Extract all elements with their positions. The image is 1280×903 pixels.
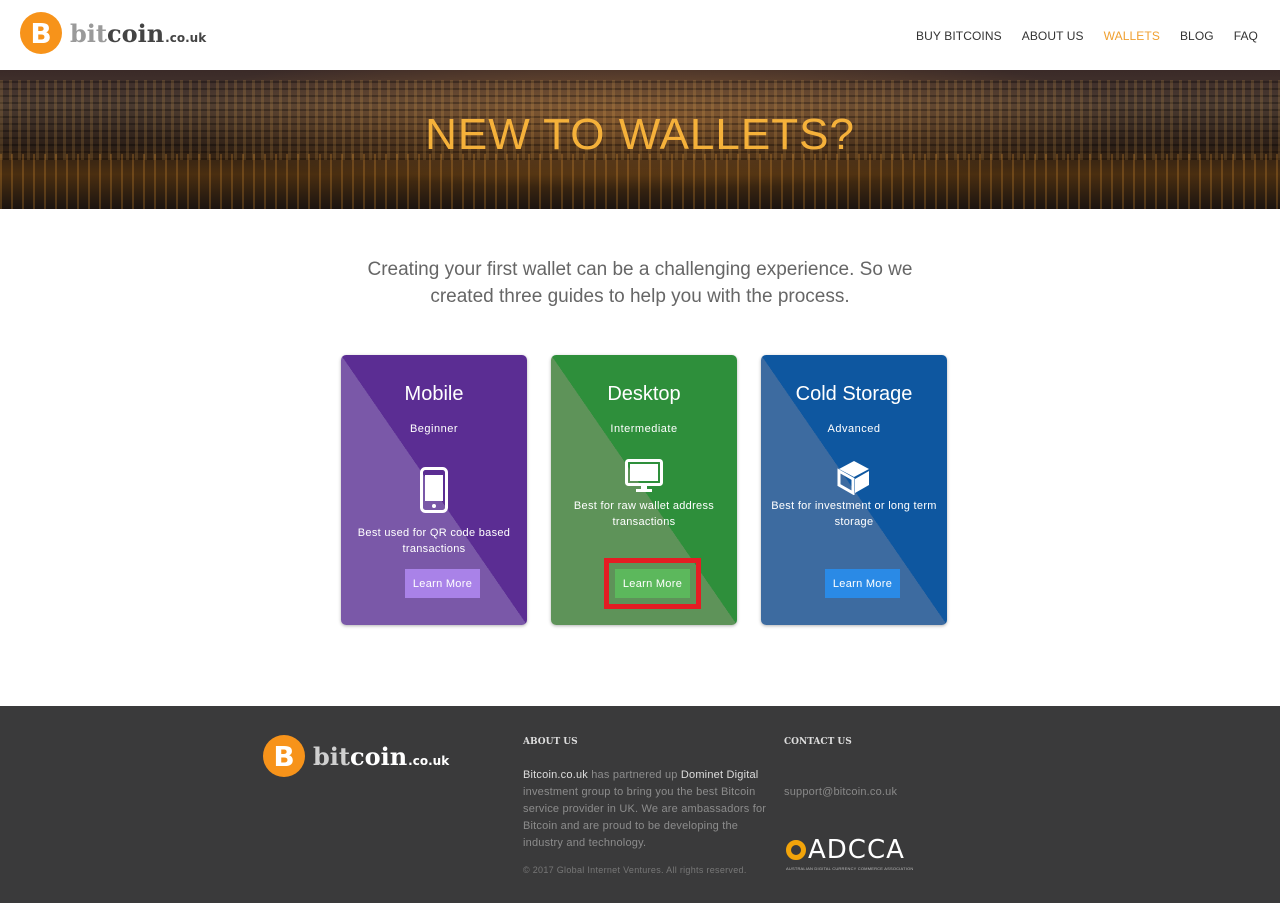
learn-more-cold-storage-button[interactable]: Learn More (825, 569, 900, 598)
footer-copyright: © 2017 Global Internet Ventures. All rig… (523, 865, 747, 875)
smartphone-icon (420, 467, 448, 518)
card-description: Best for investment or long term storage (771, 500, 937, 528)
footer-logo[interactable]: B bit coin .co.uk (263, 735, 449, 777)
about-text-2: investment group to bring you the best B… (523, 786, 767, 849)
site-footer: B bit coin .co.uk ABOUT US Bitcoin.co.uk… (0, 706, 1280, 903)
nav-wallets[interactable]: WALLETS (1104, 29, 1160, 43)
about-text-1: has partnered up (587, 769, 681, 781)
logo-tld: .co.uk (408, 753, 450, 768)
site-header: B bit coin .co.uk BUY BITCOINS ABOUT US … (0, 0, 1280, 70)
monitor-icon (625, 459, 663, 498)
card-level: Beginner (409, 423, 459, 435)
logo-tld: .co.uk (165, 30, 207, 45)
learn-more-mobile-button[interactable]: Learn More (405, 569, 480, 598)
hero-title: NEW TO WALLETS? (425, 110, 855, 159)
card-description: Best for raw wallet address transactions (573, 500, 715, 528)
footer-about-heading: ABOUT US (523, 737, 578, 747)
logo-coin: coin (349, 741, 408, 771)
hero-banner: NEW TO WALLETS? (0, 70, 1280, 209)
bitcoin-coin-icon: B (20, 12, 62, 54)
about-brand: Bitcoin.co.uk (523, 769, 588, 781)
logo-coin: coin (106, 18, 165, 48)
nav-buy-bitcoins[interactable]: BUY BITCOINS (916, 29, 1002, 43)
card-level: Advanced (827, 423, 881, 435)
intro-text: Creating your first wallet can be a chal… (367, 259, 913, 307)
adcca-name: ADCCA (808, 835, 905, 865)
footer-about-text: Bitcoin.co.uk has partnered up Dominet D… (523, 767, 768, 852)
nav-about-us[interactable]: ABOUT US (1022, 29, 1084, 43)
adcca-tagline: AUSTRALIAN DIGITAL CURRENCY COMMERCE ASS… (786, 866, 914, 871)
logo-wordmark: bit coin .co.uk (313, 742, 449, 771)
card-description: Best used for QR code based transactions (357, 527, 511, 555)
card-title: Cold Storage (795, 383, 913, 405)
logo-bit: bit (70, 18, 107, 48)
bitcoin-coin-icon: B (263, 735, 305, 777)
about-partner: Dominet Digital (680, 769, 759, 781)
river-reflection-image (0, 154, 1280, 209)
cube-icon (837, 459, 871, 500)
logo-wordmark: bit coin .co.uk (70, 19, 206, 48)
learn-more-desktop-button[interactable]: Learn More (615, 569, 690, 598)
card-level: Intermediate (610, 423, 678, 435)
adcca-ring-icon (786, 840, 806, 860)
adcca-logo[interactable]: ADCCA AUSTRALIAN DIGITAL CURRENCY COMMER… (786, 835, 913, 871)
card-title: Desktop (607, 383, 681, 405)
footer-contact-heading: CONTACT US (784, 737, 852, 747)
wallet-card-desktop: Desktop Intermediate Best for raw wallet… (551, 355, 737, 625)
card-title: Mobile (404, 383, 464, 405)
wallet-card-mobile: Mobile Beginner Best used for QR code ba… (341, 355, 527, 625)
wallet-card-cold-storage: Cold Storage Advanced Best for investmen… (761, 355, 947, 625)
nav-faq[interactable]: FAQ (1234, 29, 1258, 43)
footer-email-link[interactable]: support@bitcoin.co.uk (784, 786, 897, 798)
nav-blog[interactable]: BLOG (1180, 29, 1214, 43)
main-nav: BUY BITCOINS ABOUT US WALLETS BLOG FAQ (916, 29, 1258, 43)
logo-bit: bit (313, 741, 350, 771)
site-logo[interactable]: B bit coin .co.uk (20, 12, 206, 54)
